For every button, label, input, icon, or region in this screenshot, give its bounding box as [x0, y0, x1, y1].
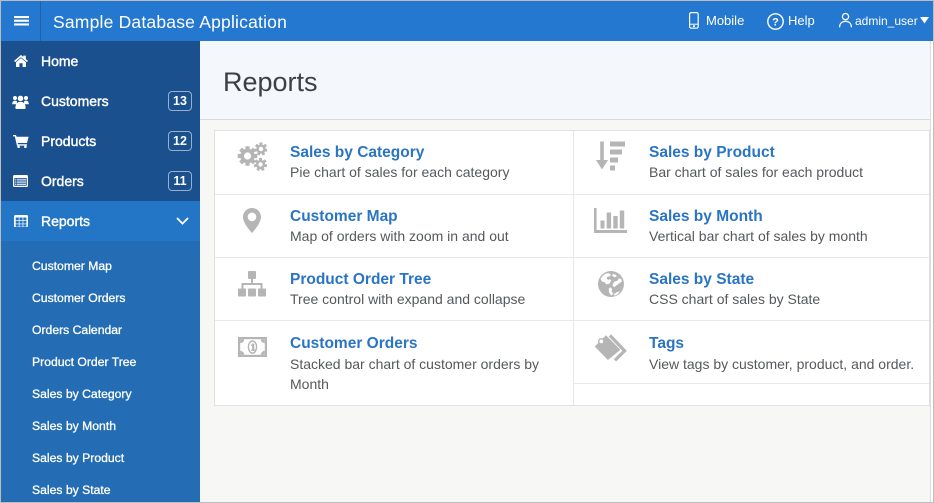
svg-text:?: ?	[772, 16, 779, 28]
